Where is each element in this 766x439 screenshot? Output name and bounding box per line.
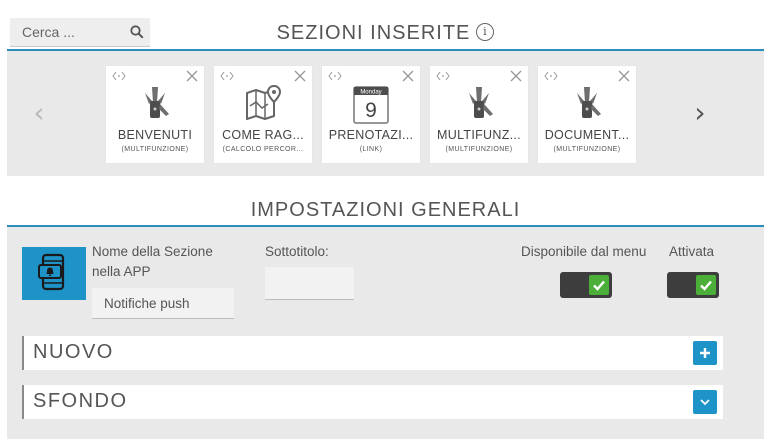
close-icon[interactable] (294, 70, 306, 82)
close-icon[interactable] (186, 70, 198, 82)
card-title: MULTIFUNZ... (437, 128, 521, 142)
general-settings-header: IMPOSTAZIONI GENERALI (7, 191, 764, 225)
chevron-down-icon[interactable] (693, 390, 717, 414)
swiss-knife-icon (469, 87, 493, 118)
info-icon[interactable]: i (476, 22, 495, 41)
card-subtitle: (MULTIFUNZIONE) (445, 146, 513, 153)
inserted-sections-title-text: SEZIONI INSERITE (276, 22, 471, 44)
close-icon[interactable] (402, 70, 414, 82)
general-settings-body: Nome della Sezione nella APP Sottotitolo… (7, 227, 764, 439)
menu-available-label: Disponibile dal menu (521, 244, 647, 259)
check-icon (593, 280, 605, 291)
card-title: DOCUMENT... (544, 128, 630, 142)
close-icon[interactable] (618, 70, 630, 82)
section-name-input[interactable] (92, 288, 234, 319)
inserted-sections-title: SEZIONI INSERITE i (7, 22, 764, 45)
map-icon (246, 84, 282, 120)
accordion-nuovo[interactable]: NUOVO (22, 336, 723, 370)
calendar-icon: Monday 9 (353, 86, 389, 124)
section-card-benvenuti[interactable]: BENVENUTI (MULTIFUNZIONE) (106, 66, 204, 163)
toggle-knob (589, 275, 609, 295)
check-icon (700, 280, 712, 291)
active-label: Attivata (669, 244, 715, 259)
carousel-next-icon[interactable]: › (690, 99, 710, 127)
carousel-prev-icon[interactable]: ‹ (29, 99, 49, 127)
move-icon[interactable] (112, 71, 126, 81)
toggle-knob (696, 275, 716, 295)
card-subtitle: (MULTIFUNZIONE) (121, 146, 189, 153)
section-card-come-raggiungerci[interactable]: COME RAG... (CALCOLO PERCOR... (214, 66, 312, 163)
move-icon[interactable] (220, 71, 234, 81)
card-subtitle: (CALCOLO PERCOR... (222, 146, 304, 153)
general-settings-title: IMPOSTAZIONI GENERALI (250, 199, 521, 221)
phone-notification-icon (38, 253, 65, 291)
inserted-sections-panel: SEZIONI INSERITE i ‹ BENVENUTI (MULTIFUNZ… (7, 14, 764, 176)
card-subtitle: (MULTIFUNZIONE) (553, 146, 621, 153)
section-card-multifunzione[interactable]: MULTIFUNZ... (MULTIFUNZIONE) (430, 66, 528, 163)
move-icon[interactable] (436, 71, 450, 81)
card-title: BENVENUTI (117, 128, 193, 142)
card-title: COME RAG... (222, 128, 304, 142)
accordion-sfondo[interactable]: SFONDO (22, 385, 723, 419)
menu-available-toggle[interactable] (560, 272, 612, 298)
card-subtitle: (LINK) (359, 146, 383, 153)
general-settings-panel: IMPOSTAZIONI GENERALI Nome della Sezione… (7, 191, 764, 439)
section-icon-picker[interactable] (22, 247, 86, 300)
move-icon[interactable] (544, 71, 558, 81)
accordion-sfondo-label: SFONDO (33, 390, 128, 412)
plus-icon[interactable] (693, 341, 717, 365)
card-title: PRENOTAZI... (328, 128, 414, 142)
move-icon[interactable] (328, 71, 342, 81)
section-card-documenti[interactable]: DOCUMENT... (MULTIFUNZIONE) (538, 66, 636, 163)
close-icon[interactable] (510, 70, 522, 82)
calendar-day-text: 9 (365, 99, 377, 122)
swiss-knife-icon (145, 87, 169, 118)
swiss-knife-icon (577, 87, 601, 118)
calendar-month-text: Monday (360, 89, 381, 95)
section-card-prenotazioni[interactable]: Monday 9 PRENOTAZI... (LINK) (322, 66, 420, 163)
sections-carousel: ‹ BENVENUTI (MULTIFUNZIONE) COME RAG... … (7, 51, 764, 176)
section-name-label: Nome della Sezione nella APP (92, 244, 213, 279)
subtitle-input[interactable] (265, 267, 354, 300)
accordion-nuovo-label: NUOVO (33, 341, 114, 363)
active-toggle[interactable] (667, 272, 719, 298)
subtitle-label: Sottotitolo: (265, 244, 329, 259)
